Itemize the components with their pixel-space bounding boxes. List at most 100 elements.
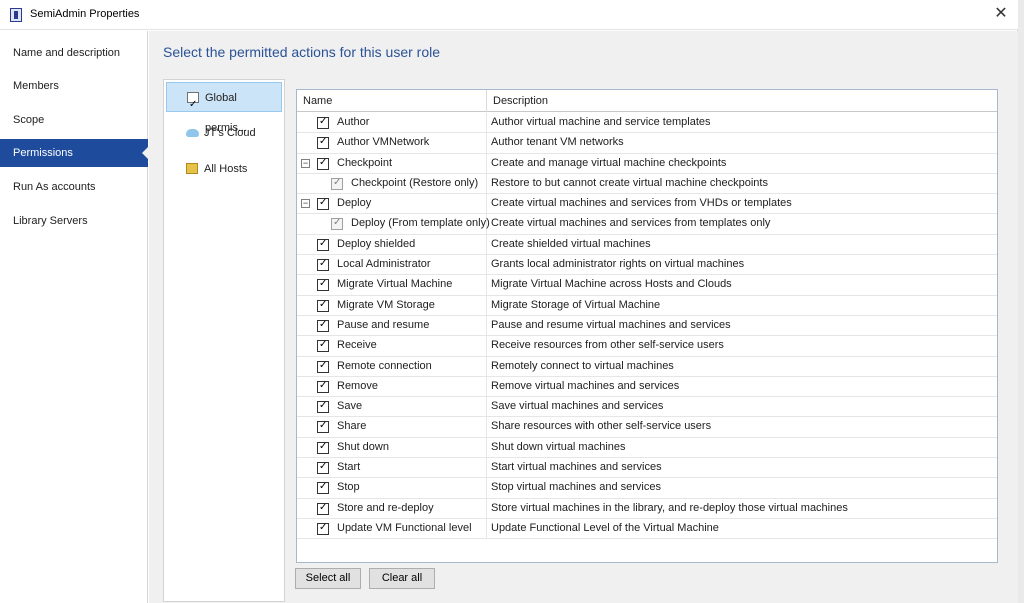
table-row[interactable]: Share Share resources with other self-ser… bbox=[297, 417, 997, 438]
table-row[interactable]: Stop Stop virtual machines and services bbox=[297, 478, 997, 499]
permission-checkbox[interactable] bbox=[331, 217, 343, 231]
name-cell: Store and re-deploy bbox=[297, 498, 487, 519]
name-cell: Local Administrator bbox=[297, 255, 487, 276]
permission-checkbox[interactable] bbox=[317, 278, 329, 292]
scope-label: All Hosts bbox=[204, 163, 248, 175]
table-row[interactable]: − Checkpoint Create and manage virtual mac… bbox=[297, 153, 997, 174]
table-row[interactable]: Receive Receive resources from other self… bbox=[297, 336, 997, 357]
table-row[interactable]: Store and re-deploy Store virtual machine… bbox=[297, 498, 997, 519]
permission-checkbox[interactable] bbox=[317, 380, 329, 393]
table-row[interactable]: Pause and resume Pause and resume virtual… bbox=[297, 315, 997, 337]
nav-item-library-servers[interactable]: Library Servers bbox=[0, 207, 148, 235]
permission-description: Receive resources from other self-servic… bbox=[491, 339, 724, 352]
select-all-button[interactable]: Select all bbox=[295, 568, 361, 589]
table-row[interactable]: Deploy (From template only)Create virtua… bbox=[297, 214, 997, 235]
permission-name: Shut down bbox=[337, 440, 389, 453]
permission-checkbox[interactable] bbox=[317, 441, 329, 454]
name-cell: Save bbox=[297, 397, 487, 418]
permission-name: Receive bbox=[337, 339, 377, 352]
permission-checkbox[interactable] bbox=[317, 299, 329, 312]
permission-description: Create virtual machines and services fro… bbox=[491, 217, 771, 230]
page-heading: Select the permitted actions for this us… bbox=[163, 44, 441, 60]
permission-name: Start bbox=[337, 461, 361, 474]
table-row[interactable]: Update VM Functional level Update Functio… bbox=[297, 518, 997, 540]
table-row[interactable]: Remote connection Remotely connect to vir… bbox=[297, 356, 997, 377]
permission-checkbox[interactable] bbox=[317, 360, 329, 373]
name-cell: Author bbox=[297, 113, 487, 133]
permission-checkbox[interactable] bbox=[331, 177, 343, 190]
table-row[interactable]: Author VMNetwork Author tenant VM network… bbox=[297, 133, 997, 154]
permission-description: Share resources with other self-service … bbox=[491, 420, 712, 433]
collapse-icon[interactable]: − bbox=[301, 199, 310, 209]
permission-name: Store and re-deploy bbox=[337, 501, 434, 514]
permission-name: Migrate VM Storage bbox=[337, 298, 435, 311]
name-cell: Migrate Virtual Machine bbox=[297, 275, 487, 296]
permission-checkbox[interactable] bbox=[317, 420, 329, 434]
permission-description: Migrate Storage of Virtual Machine bbox=[491, 298, 661, 311]
permission-checkbox[interactable] bbox=[317, 136, 329, 150]
cloud-icon bbox=[186, 129, 199, 137]
permission-name: Pause and resume bbox=[337, 318, 430, 331]
permission-description: Author virtual machine and service templ… bbox=[491, 116, 711, 128]
nav-item-members[interactable]: Members bbox=[0, 72, 148, 100]
scope-item-all-hosts[interactable]: All Hosts bbox=[166, 154, 282, 184]
permission-checkbox[interactable] bbox=[317, 502, 329, 515]
permission-checkbox[interactable] bbox=[317, 481, 329, 495]
scope-item-global-permissions[interactable]: Global permis... bbox=[166, 82, 282, 134]
permission-checkbox[interactable] bbox=[317, 238, 329, 251]
table-row[interactable]: − Deploy Create virtual machines and servi… bbox=[297, 194, 997, 215]
table-row[interactable]: Migrate Virtual Machine Migrate Virtual M… bbox=[297, 275, 997, 296]
permission-name: Deploy shielded bbox=[337, 237, 416, 250]
permission-checkbox[interactable] bbox=[317, 157, 329, 170]
name-cell: Migrate VM Storage bbox=[297, 295, 487, 316]
permission-name: Deploy (From template only) bbox=[351, 217, 490, 230]
name-cell: Pause and resume bbox=[297, 315, 487, 336]
permission-checkbox[interactable] bbox=[317, 197, 329, 211]
permission-name: Remove bbox=[337, 379, 378, 392]
nav-item-scope[interactable]: Scope bbox=[0, 106, 148, 134]
permission-checkbox[interactable] bbox=[317, 116, 329, 129]
scope-item-jts-cloud[interactable]: JT's Cloud bbox=[166, 118, 282, 148]
permission-name: Checkpoint (Restore only) bbox=[351, 176, 479, 189]
nav-item-run-as-accounts[interactable]: Run As accounts bbox=[0, 173, 148, 201]
permission-name: Save bbox=[337, 400, 363, 413]
permission-name: Stop bbox=[337, 481, 360, 494]
permission-description: Migrate Virtual Machine across Hosts and… bbox=[491, 278, 732, 291]
permissions-page: Select the permitted actions for this us… bbox=[149, 31, 1018, 603]
name-cell: − Checkpoint bbox=[297, 153, 487, 174]
nav-item-permissions[interactable]: Permissions bbox=[0, 139, 149, 167]
table-row[interactable]: Checkpoint (Restore only) Restore to but … bbox=[297, 173, 997, 195]
permission-name: Share bbox=[337, 420, 367, 433]
permissions-grid: Name Description Author Author virtual ma… bbox=[296, 89, 998, 563]
permission-checkbox[interactable] bbox=[317, 258, 329, 272]
column-header-name[interactable]: Name bbox=[297, 90, 487, 112]
permission-checkbox[interactable] bbox=[317, 339, 329, 353]
permission-checkbox[interactable] bbox=[317, 400, 329, 414]
app-icon bbox=[10, 8, 22, 22]
table-row[interactable]: Migrate VM Storage Migrate Storage of Vir… bbox=[297, 295, 997, 316]
collapse-icon[interactable]: − bbox=[301, 158, 310, 168]
name-cell: Deploy shielded bbox=[297, 234, 487, 255]
permission-description: Save virtual machines and services bbox=[491, 400, 664, 413]
name-cell: Checkpoint (Restore only) bbox=[297, 173, 487, 194]
name-cell: Update VM Functional level bbox=[297, 518, 487, 539]
name-cell: Receive bbox=[297, 336, 487, 357]
table-row[interactable]: Remove Remove virtual machines and servic… bbox=[297, 376, 997, 398]
table-row[interactable]: Shut down Shut down virtual machines bbox=[297, 437, 997, 459]
column-header-description[interactable]: Description bbox=[487, 90, 997, 112]
permission-description: Update Functional Level of the Virtual M… bbox=[491, 521, 719, 534]
permission-checkbox[interactable] bbox=[317, 319, 329, 332]
permission-description: Stop virtual machines and services bbox=[491, 481, 661, 494]
permission-checkbox[interactable] bbox=[317, 522, 329, 535]
clear-all-button[interactable]: Clear all bbox=[369, 568, 435, 589]
table-row[interactable]: Start Start virtual machines and services bbox=[297, 458, 997, 479]
table-row[interactable]: Local Administrator Grants local administ… bbox=[297, 255, 997, 276]
permission-name: Local Administrator bbox=[337, 258, 431, 271]
table-row[interactable]: Deploy shielded Create shielded virtual m… bbox=[297, 234, 997, 256]
table-row[interactable]: Author Author virtual machine and service… bbox=[297, 113, 997, 134]
table-row[interactable]: Save Save virtual machines and services bbox=[297, 397, 997, 418]
close-button[interactable]: ✕ bbox=[990, 4, 1012, 24]
permission-description: Create shielded virtual machines bbox=[491, 237, 651, 250]
permission-checkbox[interactable] bbox=[317, 461, 329, 475]
nav-item-name-and-description[interactable]: Name and description bbox=[0, 39, 148, 67]
